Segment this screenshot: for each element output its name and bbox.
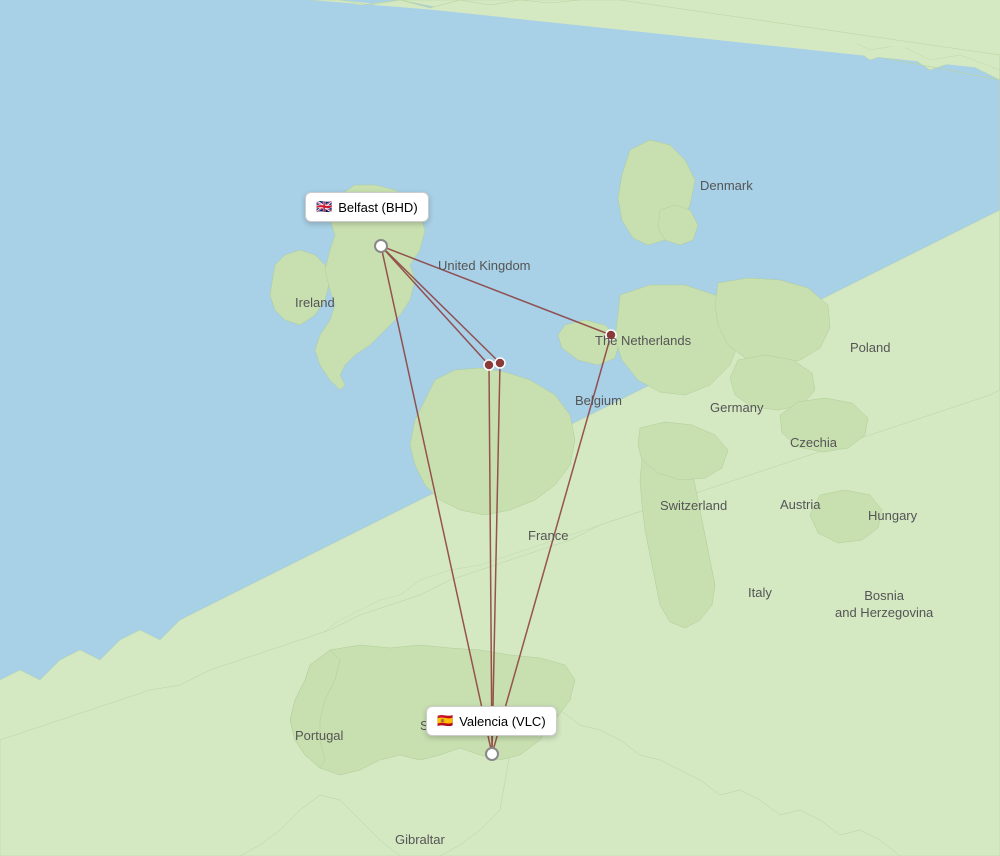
valencia-airport-name: Valencia (VLC) xyxy=(459,714,545,729)
belfast-airport-label: 🇬🇧 Belfast (BHD) xyxy=(305,192,429,222)
valencia-airport-label: 🇪🇸 Valencia (VLC) xyxy=(426,706,557,736)
spain-flag-icon: 🇪🇸 xyxy=(437,713,453,729)
belfast-airport-name: Belfast (BHD) xyxy=(338,200,417,215)
uk-flag-icon: 🇬🇧 xyxy=(316,199,332,215)
map-container: Ireland United Kingdom Denmark The Nethe… xyxy=(0,0,1000,856)
